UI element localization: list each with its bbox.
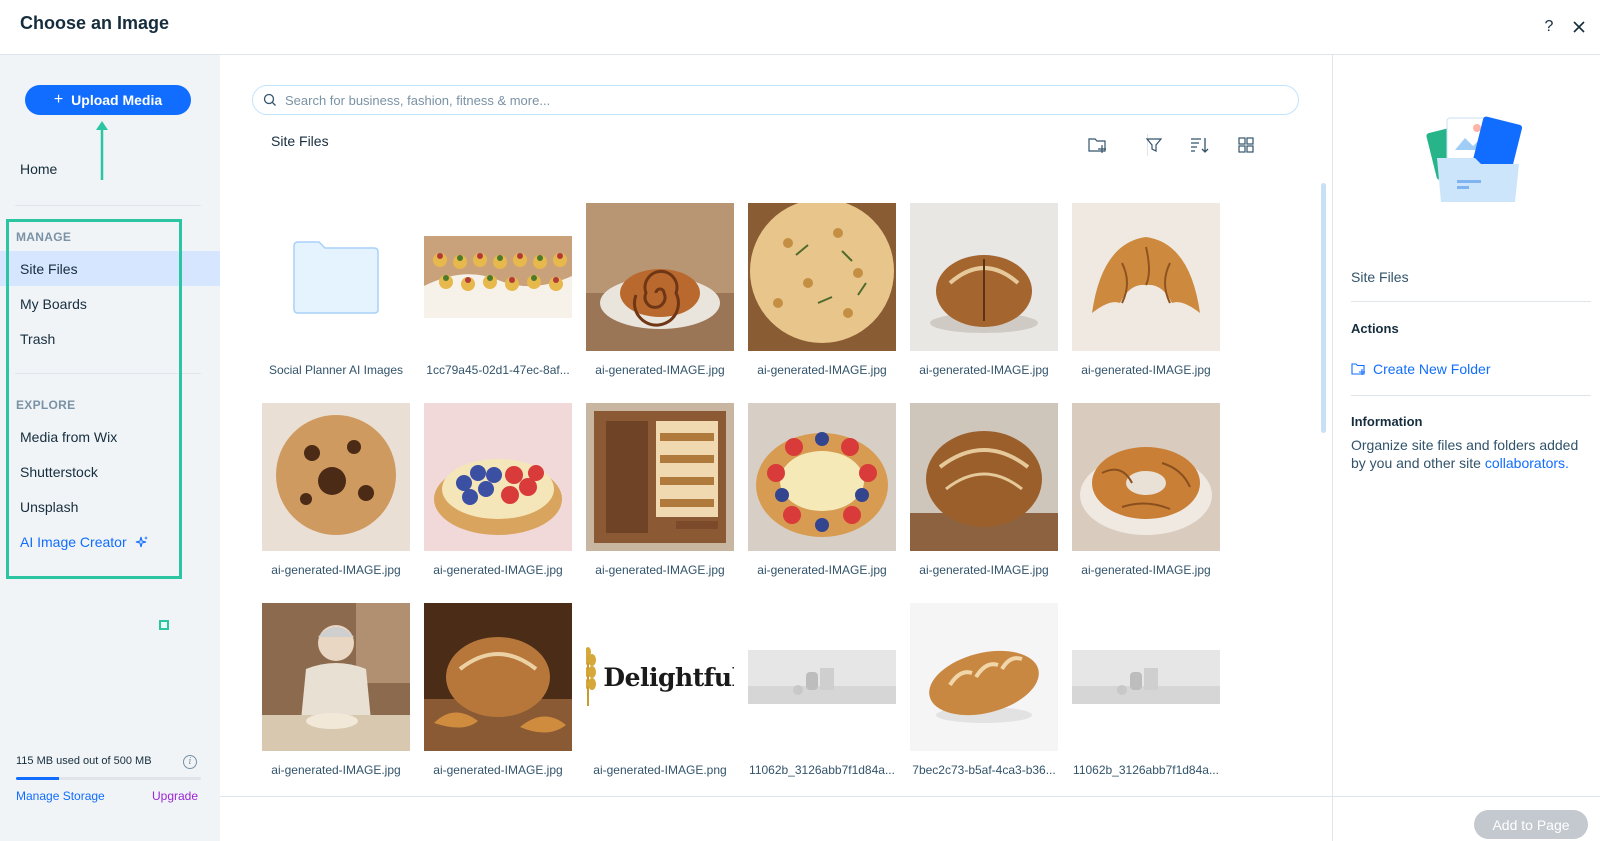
- sidebar-item-unsplash[interactable]: Unsplash: [0, 489, 220, 524]
- media-thumbnail: [586, 203, 734, 351]
- filter-icon: [1145, 138, 1163, 152]
- media-thumbnail: [586, 403, 734, 551]
- media-thumbnail: [262, 603, 410, 751]
- sidebar-item-trash[interactable]: Trash: [0, 321, 220, 356]
- media-thumbnail: [748, 403, 896, 551]
- annotation-arrow-icon: [96, 121, 108, 180]
- grid-view-button[interactable]: [1234, 133, 1258, 157]
- dialog-header: Choose an Image ?: [0, 0, 1600, 55]
- information-text: Organize site files and folders added by…: [1351, 436, 1596, 472]
- folder-icon: [262, 203, 410, 351]
- upload-media-label: Upload Media: [71, 92, 163, 108]
- ai-image-creator-label: AI Image Creator: [20, 533, 127, 550]
- media-caption: ai-generated-IMAGE.jpg: [595, 563, 725, 577]
- media-caption: ai-generated-IMAGE.jpg: [271, 563, 401, 577]
- close-button[interactable]: [1566, 14, 1592, 40]
- collaborators-link[interactable]: collaborators.: [1485, 455, 1569, 471]
- media-thumbnail: [910, 603, 1058, 751]
- scrollbar[interactable]: [1321, 183, 1326, 433]
- media-thumbnail: [748, 603, 896, 751]
- media-caption: ai-generated-IMAGE.jpg: [919, 363, 1049, 377]
- information-heading: Information: [1351, 414, 1423, 429]
- media-thumbnail: Delightful: [586, 603, 734, 751]
- media-caption: 11062b_3126abb7f1d84a...: [749, 763, 895, 777]
- sidebar-item-home[interactable]: Home: [20, 161, 57, 177]
- sidebar-item-site-files[interactable]: Site Files: [0, 251, 220, 286]
- add-folder-icon: [1088, 138, 1106, 153]
- media-caption: ai-generated-IMAGE.jpg: [757, 563, 887, 577]
- media-thumbnail: [910, 403, 1058, 551]
- panel-title: Site Files: [1351, 269, 1409, 285]
- dialog-title: Choose an Image: [20, 13, 170, 33]
- sidebar: + Upload Media Home MANAGE Site Files My…: [0, 55, 220, 841]
- footer-divider: [220, 796, 1600, 797]
- filter-button[interactable]: [1142, 133, 1166, 157]
- details-panel: Site Files Actions Create New Folder Inf…: [1332, 55, 1600, 841]
- media-caption: 7bec2c73-b5af-4ca3-b36...: [912, 763, 1056, 777]
- upload-media-button[interactable]: + Upload Media: [25, 85, 191, 115]
- divider: [15, 373, 201, 374]
- logo-text: Delightful: [603, 662, 734, 692]
- manage-section-label: MANAGE: [16, 230, 72, 244]
- media-caption: 1cc79a45-02d1-47ec-8af...: [426, 363, 570, 377]
- annotation-marker: [159, 620, 169, 630]
- wheat-icon: [586, 647, 597, 706]
- media-caption: 11062b_3126abb7f1d84a...: [1073, 763, 1219, 777]
- create-new-folder-label: Create New Folder: [1373, 361, 1491, 377]
- close-icon: [1573, 21, 1585, 33]
- upgrade-link[interactable]: Upgrade: [152, 789, 198, 803]
- sort-button[interactable]: [1188, 133, 1212, 157]
- media-thumbnail: [424, 403, 572, 551]
- media-caption: ai-generated-IMAGE.jpg: [433, 563, 563, 577]
- storage-progress-fill: [16, 777, 59, 780]
- breadcrumb: Site Files: [271, 133, 329, 149]
- explore-section-label: EXPLORE: [16, 398, 76, 412]
- help-button[interactable]: ?: [1536, 14, 1562, 40]
- search-input[interactable]: [285, 92, 1265, 108]
- add-folder-icon: [1351, 363, 1365, 375]
- media-thumbnail: [424, 603, 572, 751]
- media-thumbnail: [1072, 403, 1220, 551]
- media-caption: ai-generated-IMAGE.jpg: [433, 763, 563, 777]
- media-manager-dialog: Choose an Image ? + Upload Media Home MA…: [0, 0, 1600, 841]
- sort-icon: [1191, 138, 1209, 153]
- storage-usage-text: 115 MB used out of 500 MB: [16, 755, 152, 767]
- media-thumbnail: [262, 403, 410, 551]
- media-caption: ai-generated-IMAGE.jpg: [919, 563, 1049, 577]
- plus-icon: +: [53, 91, 64, 108]
- media-thumbnail: [748, 203, 896, 351]
- media-thumbnail: [424, 203, 572, 351]
- folder-illustration-icon: [1426, 116, 1523, 202]
- manage-storage-link[interactable]: Manage Storage: [16, 789, 105, 803]
- sidebar-item-ai-image-creator[interactable]: AI Image Creator: [0, 524, 220, 559]
- sidebar-item-shutterstock[interactable]: Shutterstock: [0, 454, 220, 489]
- media-caption: ai-generated-IMAGE.jpg: [595, 363, 725, 377]
- media-caption: Social Planner AI Images: [268, 363, 404, 377]
- media-caption: ai-generated-IMAGE.jpg: [1081, 563, 1211, 577]
- main-content: Site Files S: [220, 55, 1332, 841]
- media-caption: ai-generated-IMAGE.png: [593, 763, 727, 777]
- actions-heading: Actions: [1351, 321, 1399, 336]
- divider: [1351, 395, 1591, 396]
- search-bar: [252, 85, 1299, 115]
- media-thumbnail: [1072, 203, 1220, 351]
- media-thumbnail: [910, 203, 1058, 351]
- logo-thumbnail: Delightful: [586, 646, 734, 708]
- storage-progress-bar: [16, 777, 201, 780]
- media-caption: ai-generated-IMAGE.jpg: [757, 363, 887, 377]
- sidebar-item-media-from-wix[interactable]: Media from Wix: [0, 419, 220, 454]
- info-icon[interactable]: i: [183, 755, 197, 769]
- sidebar-item-my-boards[interactable]: My Boards: [0, 286, 220, 321]
- divider: [15, 205, 201, 206]
- media-caption: ai-generated-IMAGE.jpg: [271, 763, 401, 777]
- add-to-page-button[interactable]: Add to Page: [1474, 810, 1588, 839]
- divider: [1351, 301, 1591, 302]
- grid-view-icon: [1238, 137, 1254, 153]
- new-folder-button[interactable]: [1086, 133, 1110, 157]
- create-new-folder-link[interactable]: Create New Folder: [1351, 361, 1491, 377]
- sparkle-icon: [135, 535, 148, 547]
- media-caption: ai-generated-IMAGE.jpg: [1081, 363, 1211, 377]
- search-icon: [263, 93, 276, 106]
- media-thumbnail: [1072, 603, 1220, 751]
